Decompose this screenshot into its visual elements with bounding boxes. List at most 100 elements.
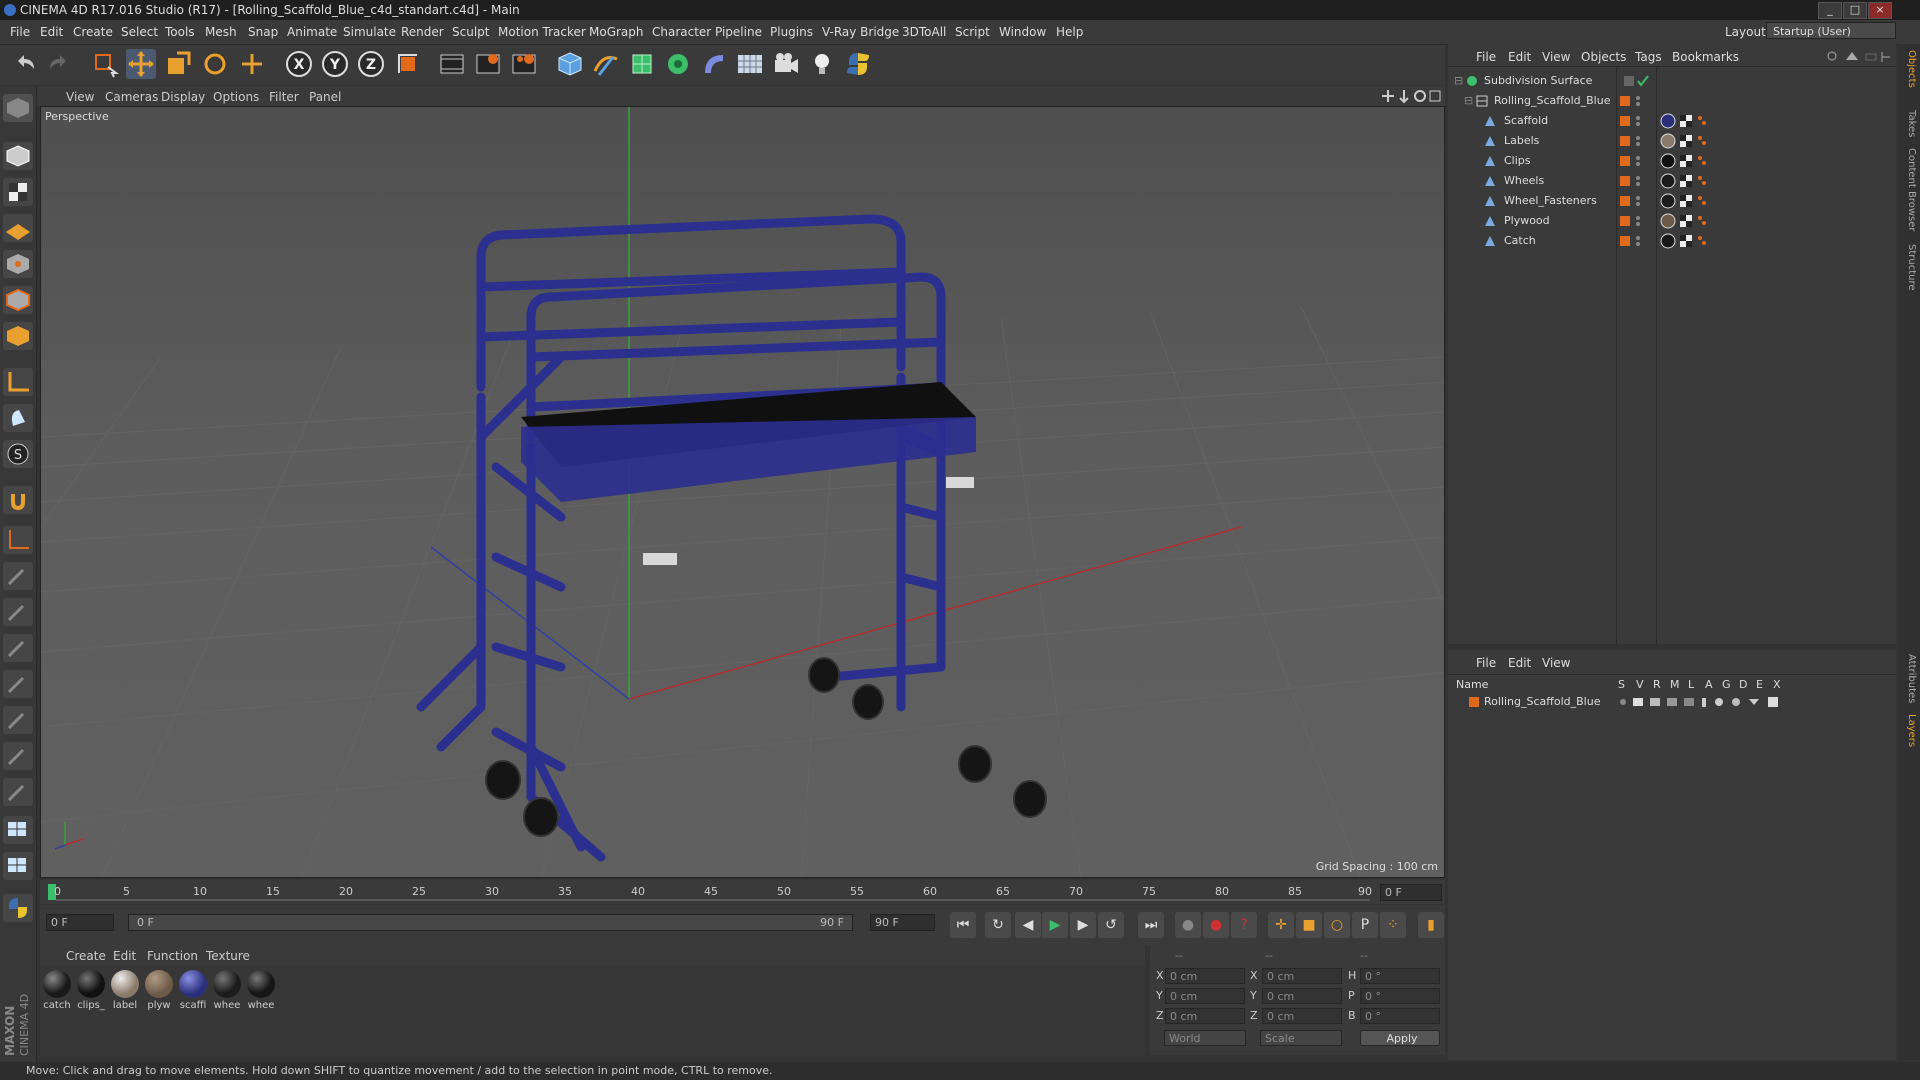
object-menu-file[interactable]: File xyxy=(1476,50,1496,64)
rotation-b-field[interactable]: 0 ° xyxy=(1360,1008,1440,1024)
object-row[interactable]: Wheel_Fasteners xyxy=(1448,191,1896,211)
menu-select[interactable]: Select xyxy=(121,25,158,39)
viewport-menu-panel[interactable]: Panel xyxy=(309,90,341,104)
menu-vray-bridge[interactable]: V-Ray Bridge xyxy=(822,25,899,39)
recent-tool-icon[interactable] xyxy=(237,49,267,79)
tag-icons[interactable] xyxy=(1660,213,1720,229)
object-row[interactable]: Catch xyxy=(1448,231,1896,251)
maximize-button[interactable]: □ xyxy=(1843,2,1867,19)
sculpt-brush-icon-7[interactable] xyxy=(3,778,33,806)
menu-character[interactable]: Character xyxy=(652,25,711,39)
sculpt-brush-icon-3[interactable] xyxy=(3,634,33,662)
minimize-button[interactable]: _ xyxy=(1818,2,1842,19)
layer-color-icon[interactable] xyxy=(1620,135,1650,147)
menu-help[interactable]: Help xyxy=(1056,25,1083,39)
python-script-icon[interactable] xyxy=(3,894,33,922)
end-frame-field[interactable]: 90 F xyxy=(870,914,935,931)
layer-color-icon[interactable] xyxy=(1620,95,1650,107)
workplane-icon[interactable] xyxy=(3,214,33,242)
scale-icon[interactable] xyxy=(163,49,193,79)
tag-icons[interactable] xyxy=(1660,233,1720,249)
menu-animate[interactable]: Animate xyxy=(287,25,337,39)
edges-mode-icon[interactable] xyxy=(3,286,33,314)
grid-snap-icon[interactable] xyxy=(3,852,33,880)
layer-menu-file[interactable]: File xyxy=(1476,656,1496,670)
record-keys-icon[interactable]: ● xyxy=(1175,912,1201,938)
grid-lock-icon[interactable] xyxy=(3,816,33,844)
viewport-menu-display[interactable]: Display xyxy=(161,90,205,104)
object-row[interactable]: Scaffold xyxy=(1448,111,1896,131)
material-swatch[interactable] xyxy=(179,970,207,998)
layer-menu-view[interactable]: View xyxy=(1542,656,1570,670)
goto-start-icon[interactable]: ⏮ xyxy=(950,912,976,938)
key-points-icon[interactable]: ⁘ xyxy=(1380,912,1406,938)
tab-layers[interactable]: Layers xyxy=(1901,714,1917,747)
tab-structure[interactable]: Structure xyxy=(1901,244,1917,291)
tag-icons[interactable] xyxy=(1660,133,1720,149)
floor-icon[interactable] xyxy=(735,49,765,79)
loop-end-icon[interactable]: ↺ xyxy=(1098,912,1124,938)
rotation-p-field[interactable]: 0 ° xyxy=(1360,988,1440,1004)
model-mode-icon[interactable] xyxy=(3,142,33,170)
tab-attributes[interactable]: Attributes xyxy=(1901,654,1917,703)
layer-color-icon[interactable] xyxy=(1620,155,1650,167)
rotate-icon[interactable] xyxy=(200,49,230,79)
menu-edit[interactable]: Edit xyxy=(40,25,63,39)
menu-window[interactable]: Window xyxy=(999,25,1046,39)
menu-create[interactable]: Create xyxy=(73,25,113,39)
loop-icon[interactable]: ↻ xyxy=(985,912,1011,938)
render-picture-viewer-icon[interactable] xyxy=(473,49,503,79)
tag-icons[interactable] xyxy=(1660,153,1720,169)
start-frame-field[interactable]: 0 F xyxy=(46,914,114,931)
menu-plugins[interactable]: Plugins xyxy=(770,25,813,39)
material-swatch[interactable] xyxy=(213,970,241,998)
magnet-icon[interactable] xyxy=(3,486,33,514)
tag-icons[interactable] xyxy=(1660,193,1720,209)
size-y-field[interactable]: 0 cm xyxy=(1262,988,1342,1004)
tag-icons[interactable] xyxy=(1660,113,1720,129)
z-axis-icon[interactable]: Z xyxy=(356,49,386,79)
camera-icon[interactable] xyxy=(771,49,801,79)
menu-3dtoall[interactable]: 3DToAll xyxy=(902,25,946,39)
menu-sculpt[interactable]: Sculpt xyxy=(452,25,489,39)
layer-toggle-icons[interactable] xyxy=(1618,696,1788,708)
close-button[interactable]: × xyxy=(1868,2,1892,19)
object-menu-edit[interactable]: Edit xyxy=(1508,50,1531,64)
array-icon[interactable] xyxy=(663,49,693,79)
layer-color-icon[interactable] xyxy=(1620,115,1650,127)
visibility-check-icon[interactable] xyxy=(1624,75,1654,87)
coordinate-system-icon[interactable] xyxy=(393,49,423,79)
step-back-icon[interactable]: ◀ xyxy=(1015,912,1041,938)
material-menu-create[interactable]: Create xyxy=(66,949,106,963)
position-z-field[interactable]: 0 cm xyxy=(1165,1008,1245,1024)
python-icon[interactable] xyxy=(843,49,873,79)
light-icon[interactable] xyxy=(807,49,837,79)
material-menu-function[interactable]: Function xyxy=(147,949,198,963)
make-editable-icon[interactable] xyxy=(3,94,33,122)
goto-end-icon[interactable]: ⏭ xyxy=(1138,912,1164,938)
object-menu-bookmarks[interactable]: Bookmarks xyxy=(1672,50,1739,64)
object-row[interactable]: Labels xyxy=(1448,131,1896,151)
sculpt-brush-icon-6[interactable] xyxy=(3,742,33,770)
size-mode-select[interactable]: Scale xyxy=(1260,1030,1342,1046)
render-view-icon[interactable] xyxy=(437,49,467,79)
object-row[interactable]: Plywood xyxy=(1448,211,1896,231)
menu-file[interactable]: File xyxy=(10,25,30,39)
sculpt-brush-icon-2[interactable] xyxy=(3,598,33,626)
timeline-window-icon[interactable]: ▮ xyxy=(1418,912,1444,938)
material-menu-texture[interactable]: Texture xyxy=(206,949,250,963)
points-mode-icon[interactable] xyxy=(3,250,33,278)
y-axis-icon[interactable]: Y xyxy=(320,49,350,79)
layout-select[interactable]: Startup (User) xyxy=(1766,22,1896,39)
rotation-h-field[interactable]: 0 ° xyxy=(1360,968,1440,984)
layer-color-icon[interactable] xyxy=(1620,195,1650,207)
edit-render-settings-icon[interactable] xyxy=(509,49,539,79)
key-rotation-icon[interactable]: ○ xyxy=(1324,912,1350,938)
menu-mesh[interactable]: Mesh xyxy=(205,25,237,39)
3d-viewport[interactable]: Perspective Grid Spacing : 100 cm xyxy=(40,106,1445,878)
apply-button[interactable]: Apply xyxy=(1360,1030,1440,1046)
menu-snap[interactable]: Snap xyxy=(248,25,278,39)
viewport-menu-cameras[interactable]: Cameras xyxy=(105,90,158,104)
current-frame-field[interactable]: 0 F xyxy=(1380,884,1442,901)
object-row[interactable]: Wheels xyxy=(1448,171,1896,191)
